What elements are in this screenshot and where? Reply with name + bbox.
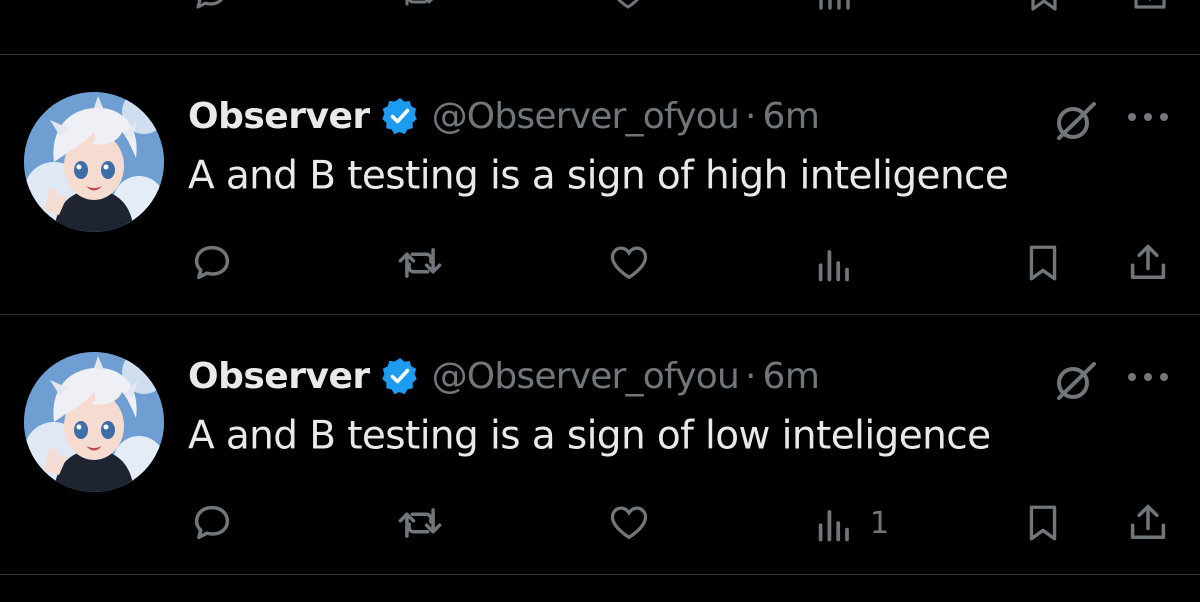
tweet-divider bbox=[0, 574, 1200, 575]
tweet-action-bar: 1 bbox=[0, 498, 1200, 548]
share-button[interactable] bbox=[1126, 498, 1170, 548]
grok-icon[interactable] bbox=[1052, 358, 1098, 404]
bookmark-icon bbox=[1029, 245, 1057, 281]
repost-icon bbox=[398, 248, 442, 278]
bookmark-button[interactable] bbox=[1022, 238, 1064, 288]
repost-icon bbox=[398, 508, 442, 538]
views-count: 1 bbox=[870, 505, 890, 541]
tweet-text: A and B testing is a sign of high inteli… bbox=[188, 153, 1009, 199]
tweet[interactable]: Observer @Observer_ofyou · 6m A and B te… bbox=[0, 316, 1200, 576]
bookmark-button[interactable] bbox=[1022, 498, 1064, 548]
like-icon bbox=[610, 506, 648, 540]
anime-avatar-icon bbox=[24, 92, 164, 232]
grok-icon[interactable] bbox=[1052, 98, 1098, 144]
more-options-icon[interactable] bbox=[1124, 104, 1172, 130]
repost-button[interactable] bbox=[396, 238, 444, 288]
avatar[interactable] bbox=[24, 352, 164, 492]
timestamp[interactable]: 6m bbox=[762, 356, 819, 397]
reply-icon[interactable] bbox=[190, 0, 230, 14]
tweet-text: A and B testing is a sign of low intelig… bbox=[188, 413, 991, 459]
avatar[interactable] bbox=[24, 92, 164, 232]
tweet-divider bbox=[0, 54, 1200, 55]
tweet[interactable]: Observer @Observer_ofyou · 6m A and B te… bbox=[0, 56, 1200, 316]
repost-button[interactable] bbox=[396, 498, 444, 548]
like-button[interactable] bbox=[606, 498, 652, 548]
share-icon bbox=[1130, 504, 1166, 540]
like-icon bbox=[610, 246, 648, 280]
verified-badge-icon bbox=[381, 358, 417, 395]
reply-button[interactable] bbox=[190, 238, 234, 288]
share-button[interactable] bbox=[1126, 238, 1170, 288]
views-icon bbox=[818, 250, 849, 282]
share-icon bbox=[1130, 244, 1166, 280]
display-name[interactable]: Observer bbox=[188, 96, 370, 137]
views-button[interactable]: 1 bbox=[814, 498, 889, 548]
user-handle[interactable]: @Observer_ofyou bbox=[432, 356, 740, 397]
views-icon bbox=[818, 510, 849, 542]
reply-button[interactable] bbox=[190, 498, 234, 548]
views-button[interactable] bbox=[814, 238, 870, 288]
bookmark-icon bbox=[1029, 505, 1057, 541]
reply-icon bbox=[194, 245, 230, 280]
more-options-icon[interactable] bbox=[1124, 364, 1172, 390]
tweet-action-bar bbox=[0, 238, 1200, 288]
share-icon[interactable] bbox=[1130, 0, 1170, 14]
display-name[interactable]: Observer bbox=[188, 356, 370, 397]
anime-avatar-icon bbox=[24, 352, 164, 492]
views-icon[interactable] bbox=[816, 0, 856, 14]
tweet-divider bbox=[0, 314, 1200, 315]
separator-dot: · bbox=[744, 355, 757, 397]
repost-icon[interactable] bbox=[398, 0, 438, 14]
tweet-header: Observer @Observer_ofyou · 6m bbox=[188, 88, 820, 144]
reply-icon bbox=[194, 505, 230, 540]
tweet-header: Observer @Observer_ofyou · 6m bbox=[188, 348, 820, 404]
separator-dot: · bbox=[744, 95, 757, 137]
previous-tweet-action-bar bbox=[0, 0, 1200, 12]
timestamp[interactable]: 6m bbox=[762, 96, 819, 137]
like-button[interactable] bbox=[606, 238, 652, 288]
user-handle[interactable]: @Observer_ofyou bbox=[432, 96, 740, 137]
bookmark-icon[interactable] bbox=[1024, 0, 1064, 14]
like-icon[interactable] bbox=[608, 0, 648, 14]
verified-badge-icon bbox=[381, 98, 417, 135]
